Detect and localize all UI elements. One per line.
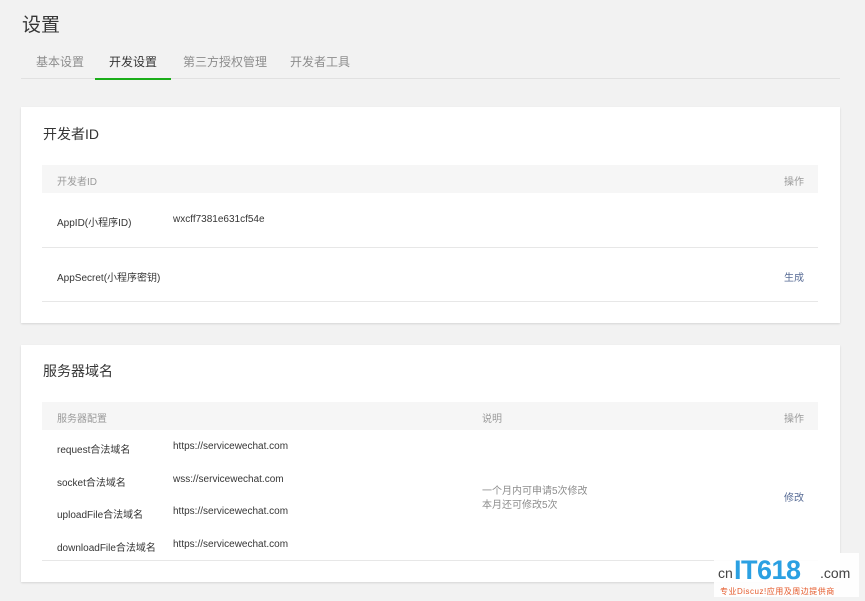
tab-third-party-auth[interactable]: 第三方授权管理 <box>183 50 267 79</box>
server-domain-card: 服务器域名 服务器配置 说明 操作 request合法域名 https://se… <box>21 345 840 582</box>
appid-label: AppID(小程序ID) <box>57 218 132 229</box>
modify-domain-link[interactable]: 修改 <box>784 489 804 504</box>
header-action: 操作 <box>784 414 804 425</box>
watermark-logo: cn IT618 .com 专业Discuz!应用及周边提供商 <box>714 553 859 597</box>
server-domain-rows: request合法域名 https://servicewechat.com so… <box>42 430 818 561</box>
remaining-quota-note: 本月还可修改5次 <box>482 500 558 511</box>
header-developer-id: 开发者ID <box>57 177 97 188</box>
modify-quota-note: 一个月内可申请5次修改 <box>482 486 588 497</box>
watermark-tagline: 专业Discuz!应用及周边提供商 <box>720 587 835 596</box>
table-row: AppSecret(小程序密钥) 生成 <box>42 248 818 302</box>
request-domain-label: request合法域名 <box>57 445 131 456</box>
downloadfile-domain-label: downloadFile合法域名 <box>57 543 156 554</box>
socket-domain-value: wss://servicewechat.com <box>173 474 284 485</box>
tab-developer-tools[interactable]: 开发者工具 <box>290 50 350 79</box>
downloadfile-domain-value: https://servicewechat.com <box>173 539 289 550</box>
generate-secret-link[interactable]: 生成 <box>784 269 804 284</box>
tab-basic-settings[interactable]: 基本设置 <box>36 50 84 79</box>
appid-value: wxcff7381e631cf54e <box>173 214 265 225</box>
watermark-brand: IT618 <box>734 555 801 585</box>
table-row: AppID(小程序ID) wxcff7381e631cf54e <box>42 193 818 248</box>
header-action: 操作 <box>784 177 804 188</box>
header-description: 说明 <box>482 414 502 425</box>
watermark-cn: cn <box>718 565 733 581</box>
uploadfile-domain-label: uploadFile合法域名 <box>57 510 144 521</box>
tab-dev-settings[interactable]: 开发设置 <box>94 50 172 80</box>
developer-id-title: 开发者ID <box>43 126 99 142</box>
developer-id-card: 开发者ID 开发者ID 操作 AppID(小程序ID) wxcff7381e63… <box>21 107 840 323</box>
tab-bar: 基本设置 开发设置 第三方授权管理 开发者工具 <box>21 50 840 80</box>
page-title: 设置 <box>22 15 61 36</box>
uploadfile-domain-value: https://servicewechat.com <box>173 506 289 517</box>
header-server-config: 服务器配置 <box>57 414 107 425</box>
server-domain-title: 服务器域名 <box>43 363 113 379</box>
server-domain-table-header: 服务器配置 说明 操作 <box>42 402 818 430</box>
socket-domain-label: socket合法域名 <box>57 478 126 489</box>
watermark-com: .com <box>820 565 851 581</box>
request-domain-value: https://servicewechat.com <box>173 441 289 452</box>
developer-id-table-header: 开发者ID 操作 <box>42 165 818 193</box>
appsecret-label: AppSecret(小程序密钥) <box>57 273 161 284</box>
